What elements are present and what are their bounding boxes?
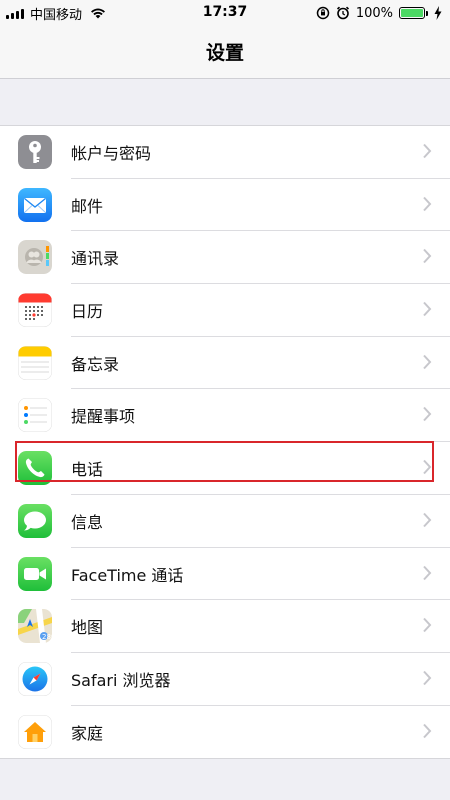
chevron-right-icon bbox=[423, 670, 432, 686]
key-icon bbox=[18, 135, 52, 169]
battery-icon bbox=[399, 7, 428, 19]
status-right: 100% bbox=[316, 4, 442, 22]
settings-item-label: 家庭 bbox=[71, 723, 104, 743]
phone-icon bbox=[18, 451, 52, 486]
chevron-right-icon bbox=[423, 301, 432, 317]
battery-percent: 100% bbox=[355, 5, 393, 21]
chevron-right-icon bbox=[423, 249, 432, 264]
reminders-icon bbox=[18, 398, 52, 433]
battery-fill bbox=[401, 9, 423, 17]
chevron-right-icon bbox=[423, 407, 432, 422]
home-icon bbox=[18, 714, 52, 749]
settings-item-label: 日历 bbox=[71, 302, 104, 322]
settings-item-mail[interactable]: 邮件 bbox=[0, 179, 450, 232]
chevron-right-icon bbox=[423, 459, 432, 475]
chevron-right-icon bbox=[423, 512, 432, 527]
settings-item-notes[interactable]: 备忘录 bbox=[0, 337, 450, 390]
facetime-icon bbox=[18, 556, 52, 591]
settings-item-label: 提醒事项 bbox=[71, 407, 136, 427]
chevron-right-icon bbox=[423, 354, 432, 369]
chevron-right-icon bbox=[423, 565, 432, 580]
settings-item-label: 备忘录 bbox=[71, 354, 120, 374]
mail-icon bbox=[18, 187, 52, 222]
nav-bar: 设置 bbox=[0, 26, 450, 79]
settings-item-calendar[interactable]: 日历 bbox=[0, 284, 450, 337]
chevron-right-icon bbox=[423, 143, 432, 159]
settings-item-label: 地图 bbox=[71, 618, 104, 638]
settings-item-messages[interactable]: 信息 bbox=[0, 495, 450, 548]
settings-item-label: 帐户与密码 bbox=[71, 144, 152, 163]
rotation-lock-icon bbox=[316, 6, 330, 20]
settings-item-label: FaceTime 通话 bbox=[71, 565, 184, 585]
notes-icon bbox=[18, 345, 52, 380]
messages-icon bbox=[18, 503, 52, 538]
charging-icon bbox=[434, 6, 442, 20]
maps-icon: 280 bbox=[18, 609, 52, 644]
settings-item-contacts[interactable]: 通讯录 bbox=[0, 231, 450, 285]
svg-text:280: 280 bbox=[42, 633, 52, 641]
settings-item-label: 通讯录 bbox=[71, 249, 120, 269]
settings-item-safari[interactable]: Safari 浏览器 bbox=[0, 653, 450, 706]
settings-item-home[interactable]: 家庭 bbox=[0, 706, 450, 759]
settings-item-facetime[interactable]: FaceTime 通话 bbox=[0, 548, 450, 601]
settings-item-label: 邮件 bbox=[71, 196, 104, 216]
page-title: 设置 bbox=[205, 42, 244, 64]
settings-item-phone[interactable]: 电话 bbox=[0, 442, 450, 495]
status-bar: 中国移动 17:37 100% bbox=[0, 0, 450, 26]
settings-item-maps[interactable]: 280 地图 bbox=[0, 600, 450, 653]
settings-list: 帐户与密码 邮件 通讯录 日历 备忘录 提醒事项 电话 信息 FaceTime … bbox=[0, 125, 450, 760]
chevron-right-icon bbox=[423, 618, 432, 633]
safari-icon bbox=[18, 661, 52, 696]
alarm-icon bbox=[336, 6, 349, 20]
settings-item-reminders[interactable]: 提醒事项 bbox=[0, 389, 450, 443]
contacts-icon bbox=[18, 240, 52, 275]
calendar-icon bbox=[18, 293, 52, 328]
chevron-right-icon bbox=[423, 196, 432, 211]
chevron-right-icon bbox=[423, 723, 432, 738]
settings-item-label: 电话 bbox=[71, 460, 104, 480]
settings-item-label: Safari 浏览器 bbox=[71, 670, 171, 690]
settings-item-accounts[interactable]: 帐户与密码 bbox=[0, 126, 450, 179]
settings-item-label: 信息 bbox=[71, 512, 104, 532]
